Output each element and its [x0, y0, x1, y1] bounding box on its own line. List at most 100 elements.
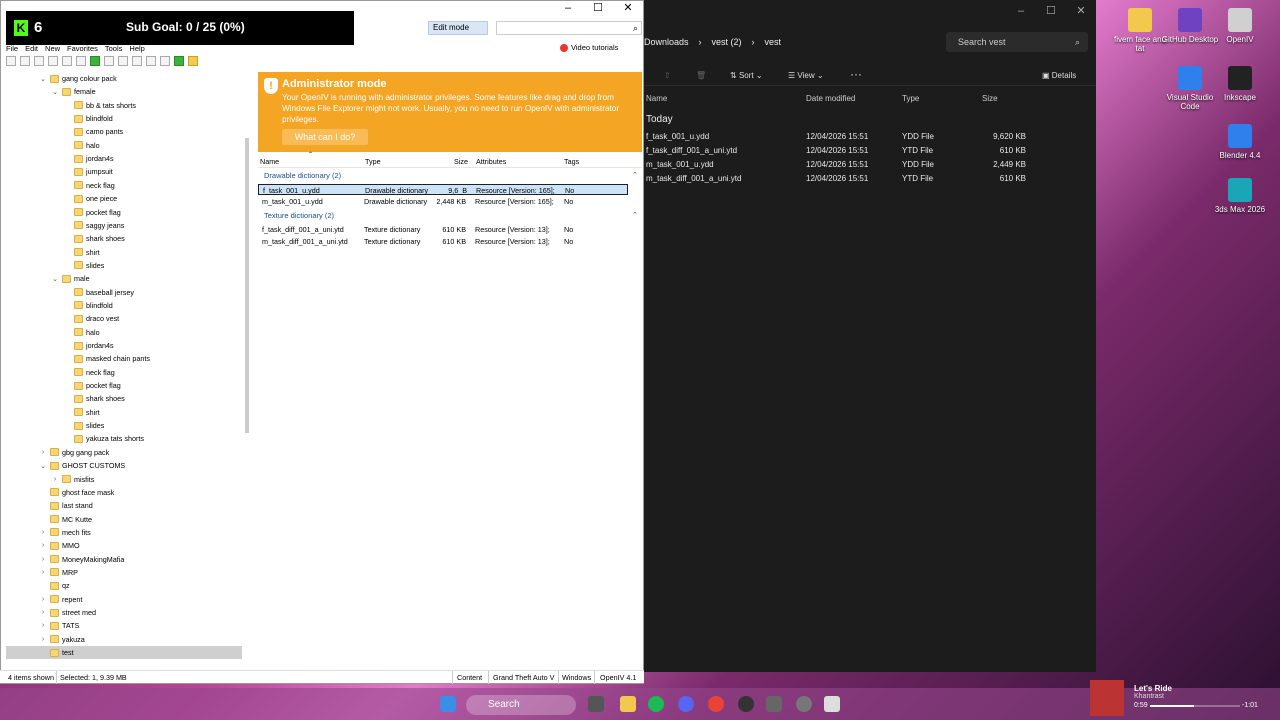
discord-icon[interactable] — [678, 696, 694, 712]
col-name[interactable]: Name — [260, 157, 279, 166]
desktop-icon-6[interactable]: 3ds Max 2026 — [1210, 178, 1270, 214]
close-icon[interactable]: ✕ — [613, 1, 643, 17]
menu-help[interactable]: Help — [129, 44, 144, 54]
video-tutorials-link[interactable]: Video tutorials — [560, 43, 618, 52]
tree-item[interactable]: slides — [6, 259, 104, 272]
desktop-icon-5[interactable]: Blender 4.4 — [1210, 124, 1270, 160]
open-icon[interactable] — [20, 56, 30, 66]
tree-item[interactable]: qz — [6, 579, 70, 592]
tree-item[interactable]: slides — [6, 419, 104, 432]
expand-icon[interactable]: › — [39, 636, 47, 643]
col-size[interactable]: Size — [982, 94, 998, 103]
more-icon[interactable]: ··· — [850, 67, 862, 81]
file-row[interactable]: m_task_001_u.ydd Drawable dictionary 2,448… — [258, 196, 628, 207]
tree-item[interactable]: camo pants — [6, 125, 123, 138]
windows-start-icon[interactable] — [440, 696, 456, 712]
details-button[interactable]: ▣ Details — [1042, 71, 1076, 80]
tree-item[interactable]: shark shoes — [6, 232, 125, 245]
maximize-icon[interactable]: ☐ — [1036, 4, 1066, 20]
settings-icon[interactable] — [796, 696, 812, 712]
edit-mode-button[interactable]: Edit mode — [428, 21, 488, 35]
expand-icon[interactable]: › — [39, 556, 47, 563]
tree-item[interactable]: › repent — [6, 593, 83, 606]
tree-item[interactable]: shirt — [6, 246, 100, 259]
col-name[interactable]: Name — [646, 94, 667, 103]
tree-item[interactable]: one piece — [6, 192, 117, 205]
track-progress[interactable] — [1150, 705, 1240, 707]
col-type[interactable]: Type — [902, 94, 919, 103]
tree-item[interactable]: yakuza tats shorts — [6, 432, 144, 445]
collapse-icon[interactable]: ⌃ — [632, 171, 638, 179]
chrome-icon[interactable] — [708, 696, 724, 712]
delete-icon[interactable]: 🗑 — [696, 71, 706, 80]
tree-item[interactable]: › MRP — [6, 566, 78, 579]
expand-icon[interactable]: › — [39, 529, 47, 536]
forward-icon[interactable] — [48, 56, 58, 66]
group-header[interactable]: Drawable dictionary (2) — [264, 171, 341, 180]
col-type[interactable]: Type — [365, 157, 381, 166]
tree-item[interactable]: ⌄ GHOST CUSTOMS — [6, 459, 125, 472]
file-row[interactable]: m_task_diff_001_a_uni.ytd Texture diction… — [258, 236, 628, 247]
maximize-icon[interactable]: ☐ — [583, 1, 613, 17]
explorer-icon[interactable] — [620, 696, 636, 712]
tree-item[interactable]: ⌄ male — [6, 272, 90, 285]
expand-icon[interactable]: › — [39, 622, 47, 629]
explorer-file-row[interactable]: m_task_diff_001_a_uni.ytd 12/04/2026 15:5… — [644, 172, 1096, 186]
menu-edit[interactable]: Edit — [25, 44, 38, 54]
file-row[interactable]: f_task_diff_001_a_uni.ytd Texture diction… — [258, 224, 628, 235]
tree-item[interactable]: › MMO — [6, 539, 80, 552]
tree-item[interactable]: › TATS — [6, 619, 79, 632]
tree-item[interactable]: neck flag — [6, 179, 115, 192]
taskview-icon[interactable] — [588, 696, 604, 712]
menu-file[interactable]: File — [6, 44, 18, 54]
tree-item[interactable]: bb & tats shorts — [6, 99, 136, 112]
tree-item[interactable]: pocket flag — [6, 206, 121, 219]
delete-icon[interactable] — [146, 56, 156, 66]
spotify-icon[interactable] — [648, 696, 664, 712]
tree-item[interactable]: ghost face mask — [6, 486, 114, 499]
tree-scrollbar[interactable] — [245, 138, 249, 433]
sort-button[interactable]: ⇅ Sort ⌄ — [730, 71, 763, 80]
tree-item[interactable]: baseball jersey — [6, 286, 134, 299]
play-icon[interactable] — [90, 56, 100, 66]
tree-item[interactable]: draco vest — [6, 312, 119, 325]
expand-icon[interactable]: › — [39, 569, 47, 576]
replace-icon[interactable] — [118, 56, 128, 66]
properties-icon[interactable] — [160, 56, 170, 66]
menu-tools[interactable]: Tools — [105, 44, 123, 54]
tree-item[interactable]: MC Kutte — [6, 513, 92, 526]
openiv-taskbar-icon[interactable] — [824, 696, 840, 712]
view-button[interactable]: ☰ View ⌄ — [788, 71, 824, 80]
tree-item[interactable]: ⌄ gang colour pack — [6, 72, 117, 85]
expand-icon[interactable]: ⌄ — [39, 462, 47, 470]
breadcrumb-vest-2[interactable]: vest (2) — [712, 37, 742, 47]
menu-favorites[interactable]: Favorites — [67, 44, 98, 54]
expand-icon[interactable]: › — [51, 476, 59, 483]
col-size[interactable]: Size — [454, 157, 468, 166]
tree-item[interactable]: › misfits — [6, 473, 95, 486]
tree-item[interactable]: jordan4s — [6, 339, 114, 352]
tree-item[interactable]: pocket flag — [6, 379, 121, 392]
tree-item[interactable]: halo — [6, 139, 100, 152]
menu-new[interactable]: New — [45, 44, 60, 54]
expand-icon[interactable]: › — [39, 449, 47, 456]
tree-item[interactable]: halo — [6, 326, 100, 339]
minimize-icon[interactable]: – — [1006, 4, 1036, 20]
save-icon[interactable] — [104, 56, 114, 66]
minimize-icon[interactable]: – — [553, 1, 583, 17]
group-header[interactable]: Texture dictionary (2) — [264, 211, 334, 220]
tree-item[interactable]: blindfold — [6, 112, 113, 125]
tree-item[interactable]: › yakuza — [6, 633, 85, 646]
tree-item[interactable]: neck flag — [6, 366, 115, 379]
what-can-i-do-button[interactable]: What can I do? — [282, 129, 368, 145]
col-tags[interactable]: Tags — [564, 157, 579, 166]
breadcrumb-downloads[interactable]: Downloads — [644, 37, 689, 47]
tree-item[interactable]: saggy jeans — [6, 219, 124, 232]
col-date[interactable]: Date modified — [806, 94, 855, 103]
tree-item[interactable]: › gbg gang pack — [6, 446, 109, 459]
desktop-icon-2[interactable]: OpenIV — [1210, 8, 1270, 44]
tree-item[interactable]: shirt — [6, 406, 100, 419]
tree-item[interactable]: shark shoes — [6, 392, 125, 405]
back-icon[interactable] — [34, 56, 44, 66]
explorer-search-input[interactable]: Search vest ⌕ — [946, 32, 1088, 52]
